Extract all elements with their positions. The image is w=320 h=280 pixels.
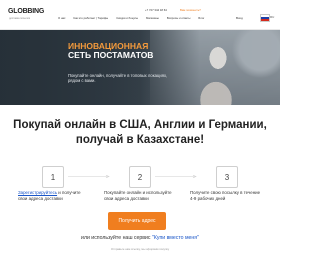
nav-item-discounts[interactable]: Скидки и бонусы (116, 16, 138, 20)
nav-item-about[interactable]: О нас (58, 16, 65, 20)
phone-number[interactable]: +7 727 344 18 64 (145, 8, 167, 12)
step-text-2-body: Покупайте онлайн и используйте свои адре… (104, 190, 172, 201)
main-nav: О нас Как это работает | Тарифы Скидки и… (58, 16, 204, 20)
page-title: Покупай онлайн в США, Англии и Германии,… (13, 119, 267, 146)
hero-title: ИННОВАЦИОННАЯ СЕТЬ ПОСТАМАТОВ (68, 42, 178, 60)
logo-tagline: доставка посылок (9, 17, 30, 20)
callback-link[interactable]: Вам позвонить? (180, 8, 201, 12)
step-arrow-2 (155, 175, 197, 178)
register-link[interactable]: Зарегистрируйтесь (18, 190, 57, 195)
step-number-1: 1 (42, 166, 64, 188)
logo[interactable]: GLOBBING доставка посылок (8, 6, 48, 24)
buy-for-me-note: Отправьте нам ссылку, мы оформим покупку (110, 247, 170, 251)
site-header: GLOBBING доставка посылок О нас Как это … (0, 0, 280, 30)
nav-item-shops[interactable]: Магазины (146, 16, 159, 20)
buy-for-me-link[interactable]: "Купи вместо меня" (152, 235, 199, 241)
hero-subtitle: Покупайте онлайн, получайте в топовых ло… (68, 73, 168, 84)
step-number-2: 2 (129, 166, 151, 188)
step-text-3: Получите свою посылку в течение 4-9 рабо… (190, 190, 262, 202)
language-selector[interactable]: RU (270, 15, 274, 19)
buy-for-me-line: или используйте наш сервис "Купи вместо … (40, 235, 240, 241)
hero-banner: ИННОВАЦИОННАЯ СЕТЬ ПОСТАМАТОВ Покупайте … (0, 30, 280, 105)
signin-link[interactable]: Вход (236, 16, 243, 20)
step-text-2: Покупайте онлайн и используйте свои адре… (104, 190, 176, 202)
buy-for-me-prefix: или используйте наш сервис (81, 235, 152, 241)
nav-item-faq[interactable]: Вопросы и ответы (167, 16, 191, 20)
step-number-3: 3 (216, 166, 238, 188)
nav-item-how-it-works[interactable]: Как это работает | Тарифы (73, 16, 108, 20)
get-address-button[interactable]: Получить адрес (108, 212, 166, 230)
step-arrow-1 (68, 175, 110, 178)
russia-flag-icon[interactable] (260, 14, 270, 22)
logo-text: GLOBBING (8, 8, 45, 15)
hero-title-line2: СЕТЬ ПОСТАМАТОВ (68, 50, 154, 60)
step-text-3-body: Получите свою посылку в течение 4-9 рабо… (190, 190, 261, 201)
step-text-1: Зарегистрируйтесь и получите свои адреса… (18, 190, 90, 202)
nav-item-blog[interactable]: Блог (198, 16, 204, 20)
